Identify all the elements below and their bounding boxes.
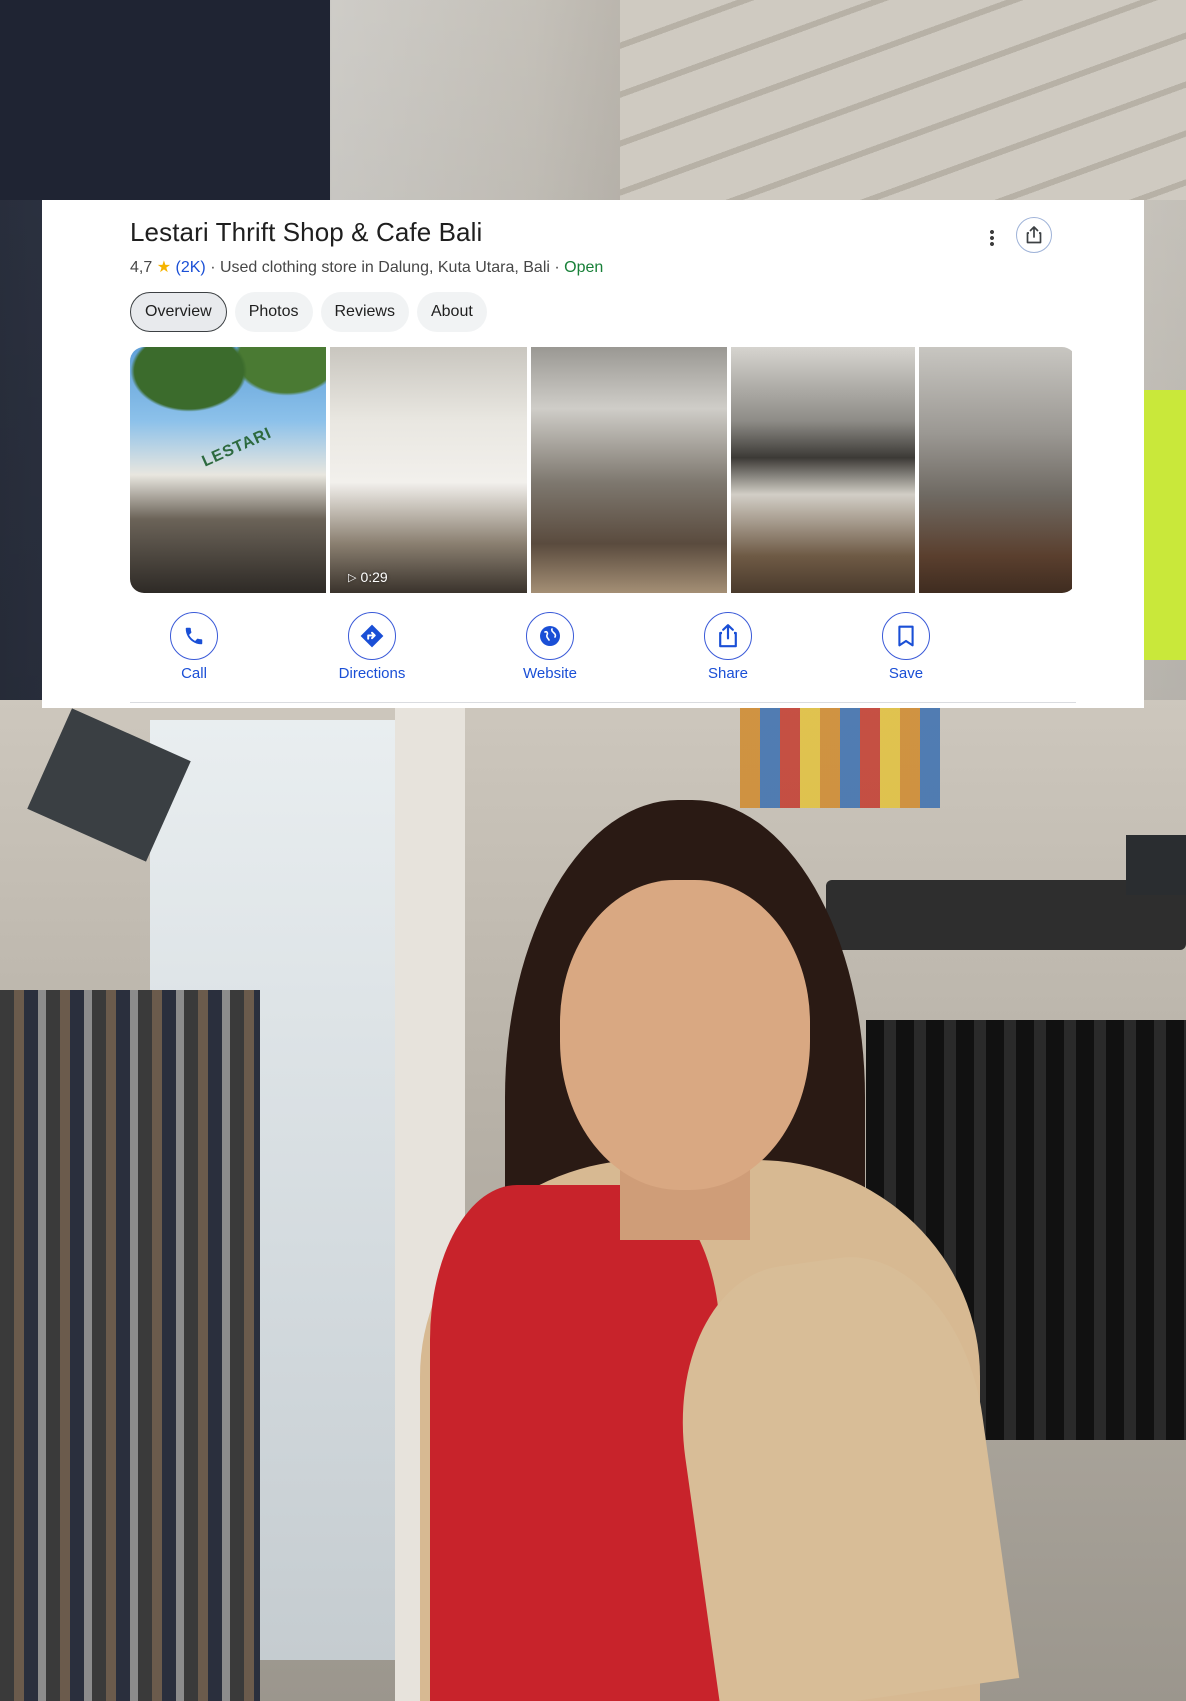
share-icon (719, 624, 737, 648)
more-options-button[interactable] (980, 222, 1004, 254)
video-duration-badge: ▷ 0:29 (348, 569, 388, 585)
share-button[interactable]: Share (668, 612, 788, 682)
play-icon: ▷ (348, 571, 357, 584)
place-category: Used clothing store in Dalung, Kuta Utar… (219, 259, 550, 276)
open-status: Open (564, 259, 604, 276)
globe-icon (540, 626, 560, 646)
review-count-link[interactable]: (2K) (176, 259, 206, 276)
clothing-rack-left (0, 990, 260, 1701)
tab-about[interactable]: About (416, 292, 487, 332)
tapestry (740, 708, 940, 808)
place-meta: 4,7 ★ (2K) · Used clothing store in Dalu… (130, 259, 604, 276)
share-icon (1026, 226, 1042, 244)
photo-storefront[interactable] (130, 347, 326, 593)
photo-interior[interactable] (731, 347, 915, 593)
call-button[interactable]: Call (134, 612, 254, 682)
more-vert-icon (990, 229, 994, 247)
photo-video[interactable]: ▷ 0:29 (330, 347, 527, 593)
hanging-garment (1144, 390, 1186, 660)
star-icon: ★ (156, 259, 172, 276)
rating-value: 4,7 (130, 259, 153, 276)
action-row: Call Directions Website Share Save (130, 612, 970, 692)
tab-reviews[interactable]: Reviews (320, 292, 409, 332)
place-card: Lestari Thrift Shop & Cafe Bali 4,7 ★ (2… (42, 200, 1144, 708)
store-sign (1126, 835, 1186, 895)
photo-strip: ▷ 0:29 (130, 347, 1076, 593)
tab-overview[interactable]: Overview (130, 292, 227, 332)
phone-icon (185, 627, 203, 645)
save-button[interactable]: Save (846, 612, 966, 682)
tab-photos[interactable]: Photos (234, 292, 313, 332)
divider (130, 702, 1076, 703)
directions-icon (360, 624, 384, 648)
photo-interior[interactable] (919, 347, 1072, 593)
website-button[interactable]: Website (490, 612, 610, 682)
directions-button[interactable]: Directions (312, 612, 432, 682)
share-top-button[interactable] (1016, 217, 1052, 253)
tab-bar: Overview Photos Reviews About (130, 292, 487, 332)
bookmark-icon (898, 625, 914, 647)
place-title: Lestari Thrift Shop & Cafe Bali (130, 217, 483, 247)
photo-interior[interactable] (531, 347, 727, 593)
